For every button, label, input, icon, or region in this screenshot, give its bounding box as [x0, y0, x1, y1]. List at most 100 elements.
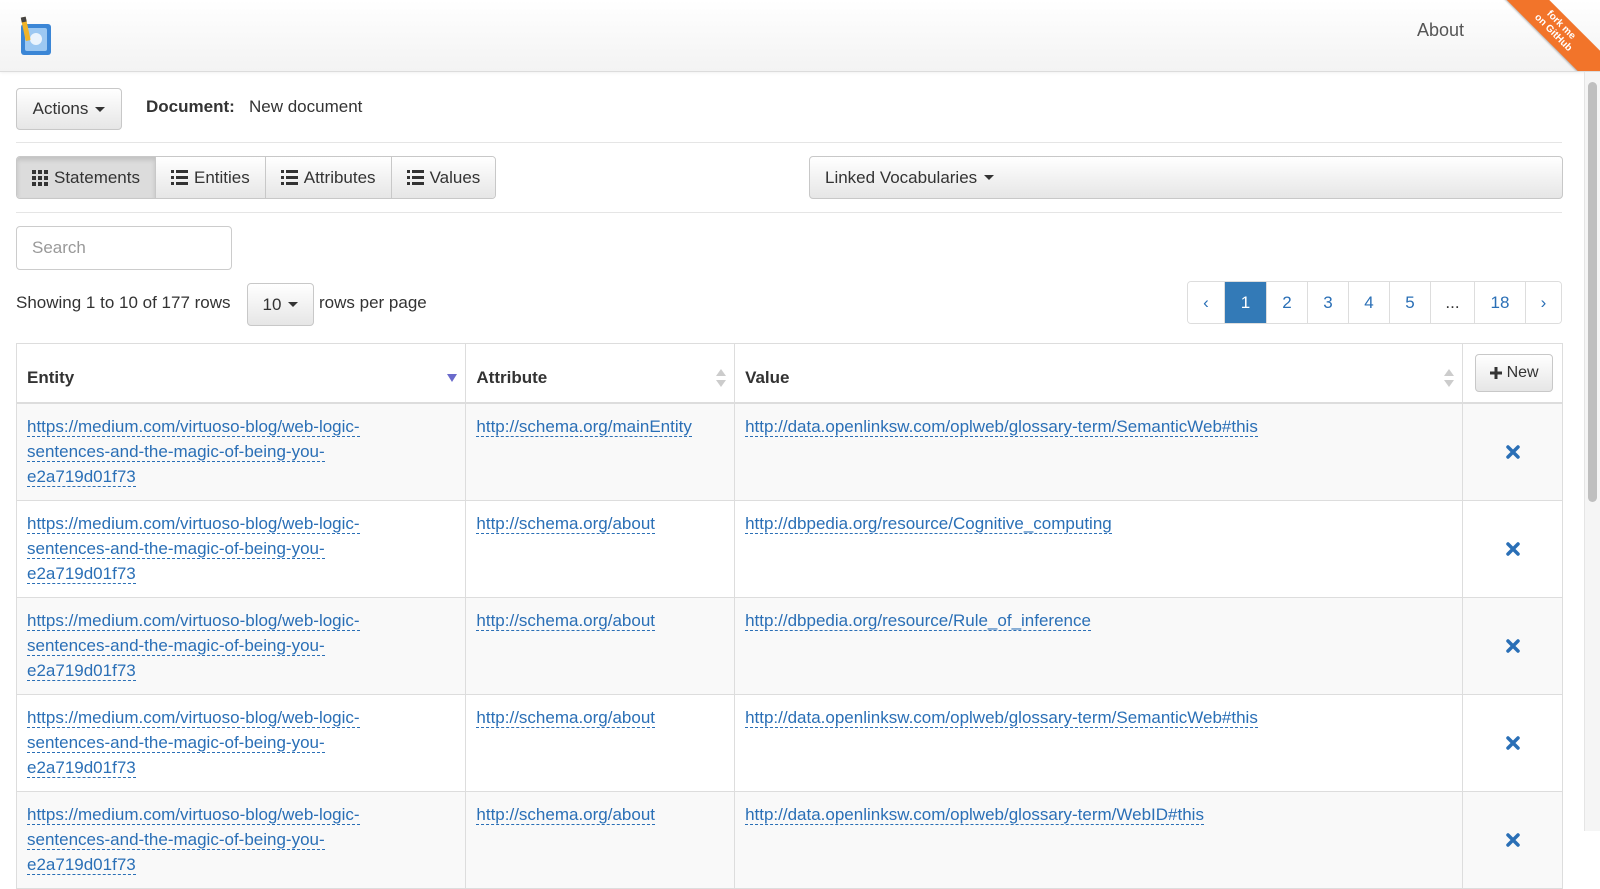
about-link[interactable]: About: [1417, 20, 1464, 41]
pagination: ‹ 1 2 3 4 5 ... 18 ›: [1187, 281, 1562, 324]
entity-header-label: Entity: [27, 368, 75, 387]
entity-link[interactable]: https://medium.com/virtuoso-blog/web-log…: [27, 611, 360, 631]
attribute-header-label: Attribute: [476, 368, 548, 387]
entity-cell: https://medium.com/virtuoso-blog/web-log…: [17, 404, 467, 500]
entity-link[interactable]: https://medium.com/virtuoso-blog/web-log…: [27, 417, 360, 437]
scrollbar-thumb[interactable]: [1588, 82, 1597, 502]
value-cell: http://dbpedia.org/resource/Rule_of_infe…: [735, 598, 1464, 694]
entity-link[interactable]: e2a719d01f73: [27, 661, 136, 681]
attribute-link[interactable]: http://schema.org/mainEntity: [476, 417, 692, 437]
entity-cell: https://medium.com/virtuoso-blog/web-log…: [17, 598, 467, 694]
page-button-4[interactable]: 4: [1349, 282, 1390, 323]
actions-dropdown-button[interactable]: Actions: [16, 88, 122, 130]
page-button-2[interactable]: 2: [1267, 282, 1308, 323]
entity-link[interactable]: e2a719d01f73: [27, 467, 136, 487]
rows-per-page-select[interactable]: 10: [247, 283, 314, 326]
new-button-label: New: [1506, 364, 1539, 381]
table-row: https://medium.com/virtuoso-blog/web-log…: [17, 695, 1562, 792]
delete-icon[interactable]: [1505, 639, 1520, 653]
value-link[interactable]: http://data.openlinksw.com/oplweb/glossa…: [745, 708, 1258, 728]
delete-cell: [1463, 598, 1562, 694]
app-logo-icon[interactable]: [18, 16, 54, 58]
caret-down-icon: [288, 302, 299, 307]
entity-link[interactable]: e2a719d01f73: [27, 855, 136, 875]
caret-down-icon: [95, 106, 106, 112]
value-link[interactable]: http://data.openlinksw.com/oplweb/glossa…: [745, 417, 1258, 437]
delete-cell: [1463, 501, 1562, 597]
linked-vocabularies-label: Linked Vocabularies: [825, 167, 978, 187]
column-header-entity[interactable]: Entity: [17, 344, 467, 402]
delete-cell: [1463, 792, 1562, 888]
showing-rows-text: Showing 1 to 10 of 177 rows: [16, 293, 231, 312]
attribute-link[interactable]: http://schema.org/about: [476, 611, 656, 631]
attribute-cell: http://schema.org/about: [466, 695, 736, 791]
sort-both-icon[interactable]: [716, 369, 727, 387]
page-button-5[interactable]: 5: [1390, 282, 1431, 323]
entity-link[interactable]: e2a719d01f73: [27, 564, 136, 584]
attribute-cell: http://schema.org/mainEntity: [466, 404, 736, 500]
value-header-label: Value: [745, 368, 790, 387]
entity-link[interactable]: sentences-and-the-magic-of-being-you-: [27, 733, 325, 753]
attribute-link[interactable]: http://schema.org/about: [476, 514, 656, 534]
view-tabs: Statements Entities Attributes Values: [16, 156, 497, 199]
entity-link[interactable]: https://medium.com/virtuoso-blog/web-log…: [27, 805, 360, 825]
page-button-1[interactable]: 1: [1225, 282, 1267, 323]
sort-desc-icon[interactable]: [447, 374, 458, 382]
attribute-link[interactable]: http://schema.org/about: [476, 708, 656, 728]
fork-me-ribbon[interactable]: fork me on GitHub: [1486, 0, 1600, 71]
actions-label: Actions: [32, 99, 89, 118]
list-icon: [171, 170, 188, 185]
statements-table: Entity Attribute Value New https://mediu…: [16, 343, 1563, 889]
delete-icon[interactable]: [1505, 542, 1520, 556]
entity-link[interactable]: sentences-and-the-magic-of-being-you-: [27, 442, 325, 462]
new-statement-button[interactable]: New: [1475, 354, 1554, 392]
delete-icon[interactable]: [1505, 833, 1520, 847]
tab-entities[interactable]: Entities: [156, 157, 266, 198]
entity-link[interactable]: sentences-and-the-magic-of-being-you-: [27, 636, 325, 656]
list-icon: [406, 170, 424, 185]
page-button-18[interactable]: 18: [1475, 282, 1526, 323]
sort-both-icon[interactable]: [1444, 369, 1455, 387]
page-ellipsis: ...: [1431, 282, 1475, 323]
table-row: https://medium.com/virtuoso-blog/web-log…: [17, 404, 1562, 501]
value-link[interactable]: http://dbpedia.org/resource/Cognitive_co…: [745, 514, 1112, 534]
entity-link[interactable]: e2a719d01f73: [27, 758, 136, 778]
value-cell: http://dbpedia.org/resource/Cognitive_co…: [735, 501, 1464, 597]
divider: [16, 142, 1562, 143]
value-link[interactable]: http://data.openlinksw.com/oplweb/glossa…: [745, 805, 1204, 825]
entity-link[interactable]: sentences-and-the-magic-of-being-you-: [27, 539, 325, 559]
attribute-cell: http://schema.org/about: [466, 792, 736, 888]
table-row: https://medium.com/virtuoso-blog/web-log…: [17, 792, 1562, 889]
search-input[interactable]: [16, 226, 232, 270]
delete-icon[interactable]: [1505, 736, 1520, 750]
tab-label: Statements: [54, 167, 140, 187]
page-next-button[interactable]: ›: [1526, 282, 1561, 323]
entity-link[interactable]: https://medium.com/virtuoso-blog/web-log…: [27, 514, 360, 534]
tab-values[interactable]: Values: [391, 157, 496, 198]
document-name: New document: [249, 97, 363, 116]
tab-label: Attributes: [303, 167, 376, 187]
attribute-cell: http://schema.org/about: [466, 501, 736, 597]
tab-statements[interactable]: Statements: [17, 157, 156, 198]
table-header-row: Entity Attribute Value New: [17, 344, 1562, 404]
column-header-attribute[interactable]: Attribute: [466, 344, 736, 402]
rows-per-page-label: rows per page: [319, 293, 427, 312]
value-link[interactable]: http://dbpedia.org/resource/Rule_of_infe…: [745, 611, 1091, 631]
caret-down-icon: [984, 175, 995, 180]
value-cell: http://data.openlinksw.com/oplweb/glossa…: [735, 695, 1464, 791]
attribute-link[interactable]: http://schema.org/about: [476, 805, 656, 825]
linked-vocabularies-dropdown[interactable]: Linked Vocabularies: [809, 156, 1563, 199]
entity-link[interactable]: https://medium.com/virtuoso-blog/web-log…: [27, 708, 360, 728]
tab-attributes[interactable]: Attributes: [265, 157, 392, 198]
entity-cell: https://medium.com/virtuoso-blog/web-log…: [17, 792, 467, 888]
column-header-value[interactable]: Value: [735, 344, 1464, 402]
delete-icon[interactable]: [1505, 445, 1520, 459]
page-prev-button[interactable]: ‹: [1188, 282, 1225, 323]
grid-icon: [32, 169, 48, 186]
delete-cell: [1463, 695, 1562, 791]
delete-cell: [1463, 404, 1562, 500]
page-button-3[interactable]: 3: [1308, 282, 1349, 323]
list-icon: [280, 170, 298, 185]
entity-link[interactable]: sentences-and-the-magic-of-being-you-: [27, 830, 325, 850]
table-row: https://medium.com/virtuoso-blog/web-log…: [17, 598, 1562, 695]
